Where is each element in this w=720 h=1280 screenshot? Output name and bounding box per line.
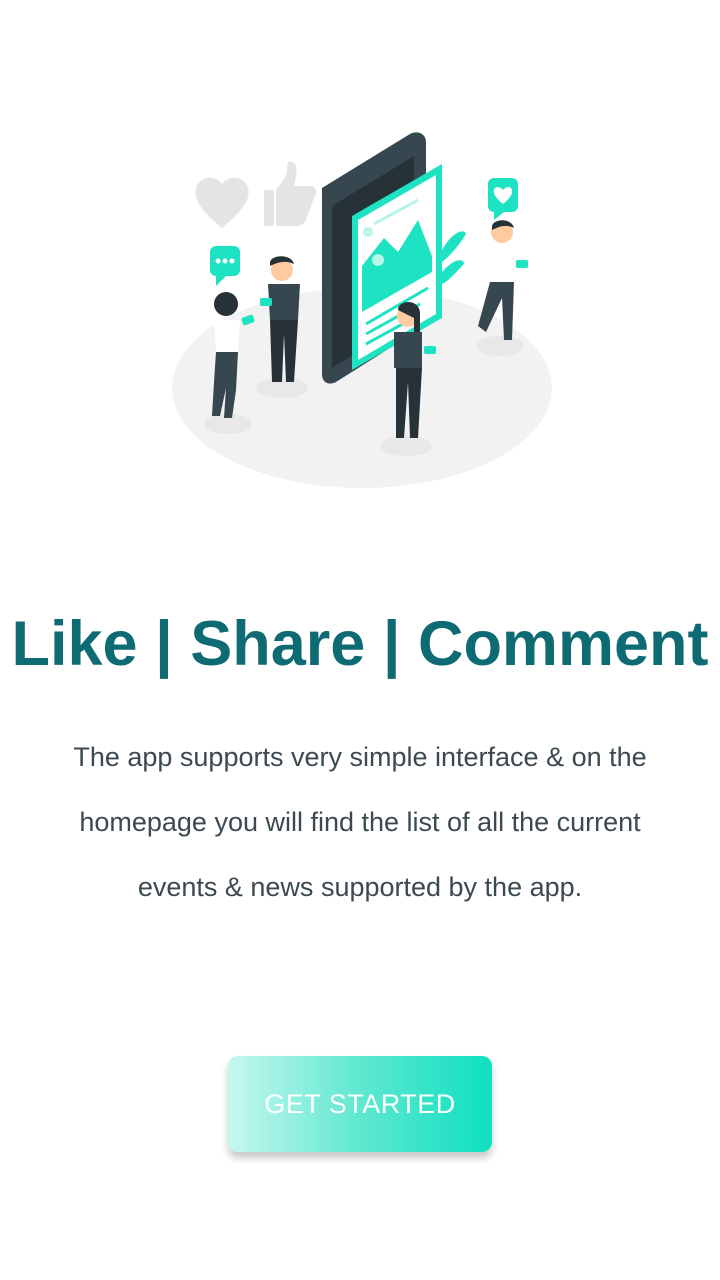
onboarding-headline: Like | Share | Comment [11,609,709,679]
onboarding-screen: Like | Share | Comment The app supports … [0,0,720,1280]
onboarding-description: The app supports very simple interface &… [73,742,647,902]
heart-icon [195,177,249,228]
social-media-illustration [160,120,570,500]
thumbs-up-icon [264,161,317,226]
get-started-button[interactable]: GET STARTED [228,1056,492,1152]
chat-bubble-icon [210,246,240,286]
heart-bubble-icon [488,178,518,220]
